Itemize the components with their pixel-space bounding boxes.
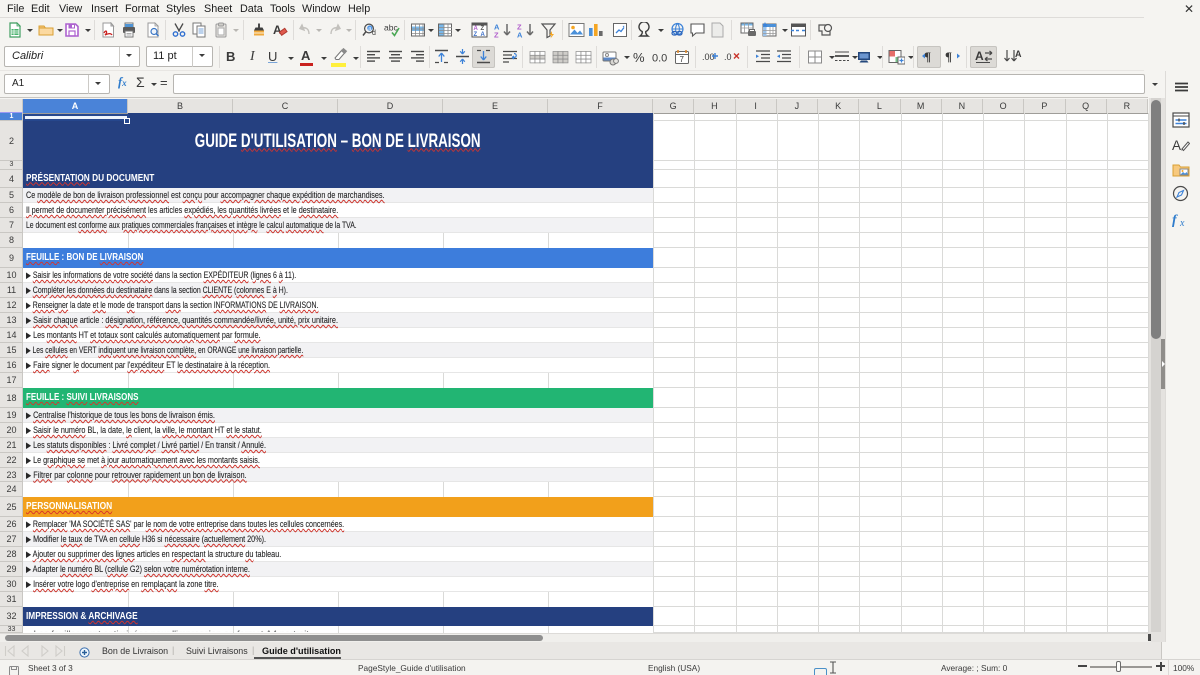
svg-text:7: 7 [680, 55, 685, 64]
svg-text:A: A [1172, 138, 1181, 153]
svg-text:A: A [517, 31, 523, 40]
svg-text:A: A [481, 32, 486, 38]
svg-text:.0: .0 [724, 52, 732, 62]
svg-text:A: A [273, 23, 282, 37]
svg-text:Z: Z [474, 32, 478, 38]
svg-text:Z: Z [494, 31, 499, 40]
svg-text:x: x [1179, 218, 1185, 227]
svg-text:d: d [372, 30, 376, 37]
svg-text:f: f [1172, 213, 1178, 227]
svg-text:¶: ¶ [924, 49, 931, 64]
svg-text:%: % [633, 50, 645, 65]
svg-text:0.0: 0.0 [652, 53, 667, 65]
svg-text:A: A [975, 49, 984, 63]
svg-text:¶: ¶ [945, 49, 952, 64]
svg-text:A: A [1015, 49, 1022, 59]
svg-text:.00: .00 [702, 52, 715, 62]
